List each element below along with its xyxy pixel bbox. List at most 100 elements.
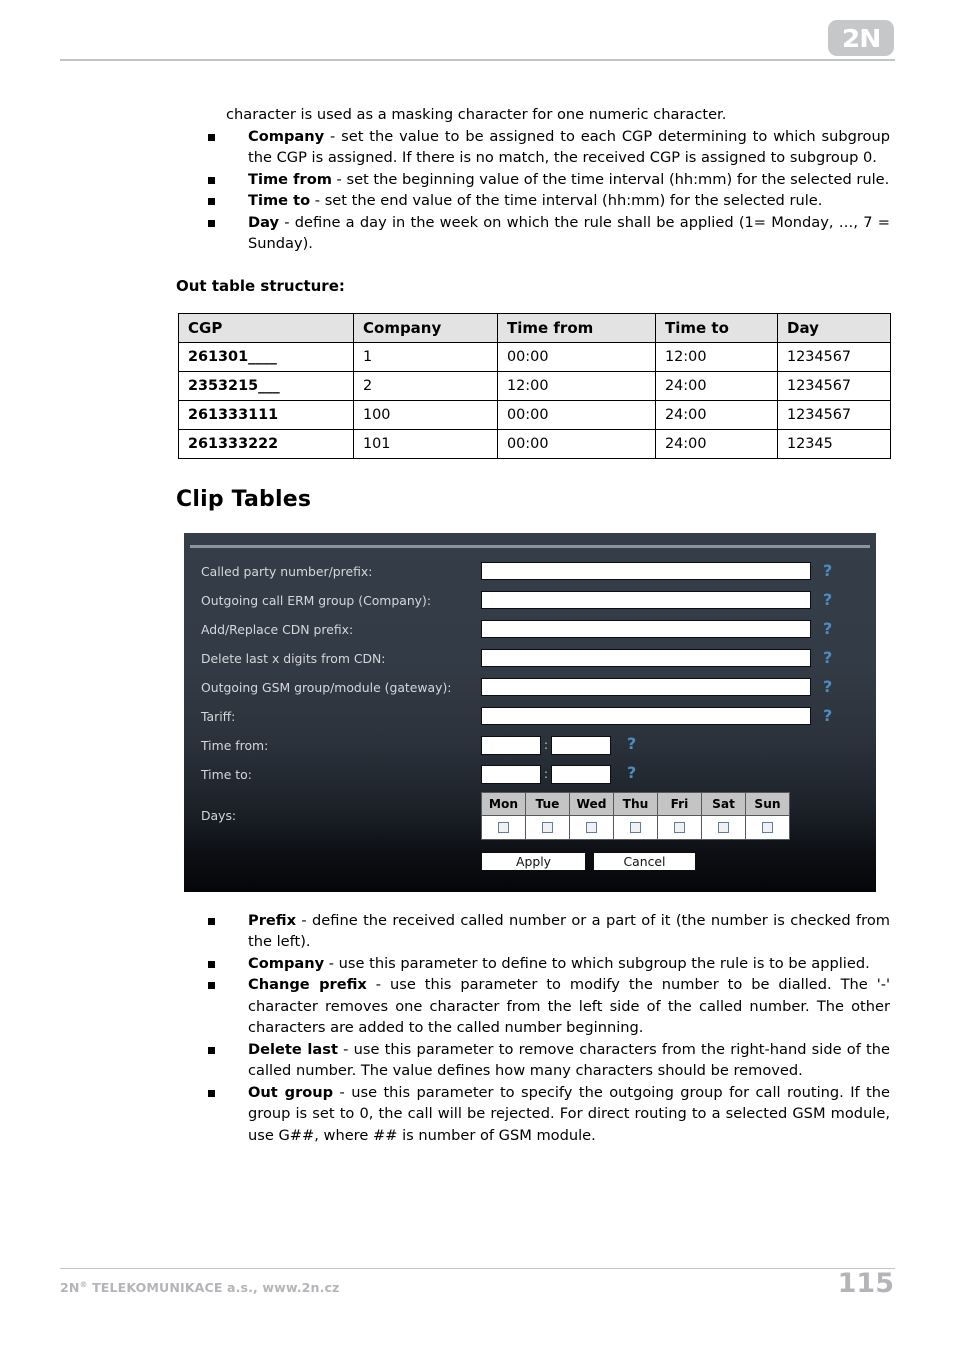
table-header-row: CGP Company Time from Time to Day: [178, 312, 891, 343]
time-to-separator: :: [544, 766, 549, 781]
outgoing-erm-group-input[interactable]: [481, 590, 811, 609]
bullet-text: - set the value to be assigned to each C…: [248, 127, 890, 167]
help-icon[interactable]: ?: [823, 561, 832, 581]
time-from-separator: :: [544, 737, 549, 752]
cell-day: 1234567: [777, 341, 891, 372]
help-icon[interactable]: ?: [823, 590, 832, 610]
day-cell-tue[interactable]: [525, 814, 570, 840]
checkbox-sat[interactable]: [718, 821, 729, 833]
bullet-prefix: Prefix - define the received called numb…: [0, 910, 954, 953]
table-row: 261333111 100 00:00 24:00 1234567: [178, 399, 891, 430]
label-delete-last-digits: Delete last x digits from CDN:: [201, 650, 386, 666]
day-cell-thu[interactable]: [613, 814, 658, 840]
field-row-add-replace-cdn-prefix: Add/Replace CDN prefix: ?: [184, 618, 876, 647]
top-bullet-list: Company - set the value to be assigned t…: [0, 126, 954, 255]
days-checkbox-row: [481, 814, 790, 840]
day-cell-wed[interactable]: [569, 814, 614, 840]
checkbox-thu[interactable]: [630, 821, 641, 833]
cell-company: 2: [353, 370, 498, 401]
checkbox-tue[interactable]: [542, 821, 553, 833]
delete-last-digits-input[interactable]: [481, 648, 811, 667]
help-icon[interactable]: ?: [823, 648, 832, 668]
bullet-term: Time from: [248, 170, 332, 188]
field-row-days: Days: Mon Tue Wed Thu Fri Sat Sun: [184, 791, 876, 844]
bullet-text: - use this parameter to define to which …: [324, 954, 870, 972]
day-cell-sat[interactable]: [701, 814, 746, 840]
field-row-outgoing-gsm-group: Outgoing GSM group/module (gateway): ?: [184, 676, 876, 705]
bullet-term: Company: [248, 954, 325, 972]
apply-button[interactable]: Apply: [481, 851, 586, 871]
cell-time-to: 24:00: [655, 370, 778, 401]
bullet-text: - set the beginning value of the time in…: [331, 170, 890, 188]
help-icon[interactable]: ?: [823, 619, 832, 639]
bullet-time-from: Time from - set the beginning value of t…: [0, 169, 954, 191]
label-tariff: Tariff:: [201, 708, 236, 724]
label-called-party-number: Called party number/prefix:: [201, 563, 373, 579]
time-from-minutes-input[interactable]: [551, 735, 611, 755]
gsm-routing-form-panel: Called party number/prefix: ? Outgoing c…: [184, 532, 876, 892]
field-row-time-from: Time from: : ?: [184, 734, 876, 763]
day-cell-fri[interactable]: [657, 814, 702, 840]
cell-day: 1234567: [777, 370, 891, 401]
bullet-term: Time to: [248, 192, 311, 209]
cell-cgp: 2353215___: [178, 370, 354, 401]
checkbox-fri[interactable]: [674, 821, 685, 833]
outgoing-gsm-group-input[interactable]: [481, 677, 811, 696]
day-header-sat: Sat: [701, 791, 746, 816]
time-to-minutes-input[interactable]: [551, 764, 611, 784]
day-header-fri: Fri: [657, 791, 702, 816]
checkbox-sun[interactable]: [762, 821, 773, 833]
bullet-term: Out group: [248, 1083, 334, 1101]
bullet-delete-last: Delete last - use this parameter to remo…: [0, 1039, 954, 1082]
bullet-term: Change prefix: [248, 976, 367, 993]
days-selector-table: Mon Tue Wed Thu Fri Sat Sun: [481, 791, 790, 840]
help-icon[interactable]: ?: [823, 677, 832, 697]
day-header-mon: Mon: [481, 791, 526, 816]
cell-time-to: 24:00: [655, 399, 778, 430]
col-header-cgp: CGP: [178, 312, 354, 343]
header-divider: [60, 59, 895, 61]
form-actions: Apply Cancel: [184, 851, 876, 878]
days-header-row: Mon Tue Wed Thu Fri Sat Sun: [481, 791, 790, 816]
checkbox-wed[interactable]: [586, 821, 597, 833]
called-party-number-input[interactable]: [481, 561, 811, 580]
label-add-replace-cdn-prefix: Add/Replace CDN prefix:: [201, 621, 354, 637]
label-time-from: Time from:: [201, 737, 269, 753]
time-from-hours-input[interactable]: [481, 735, 541, 755]
cell-company: 101: [353, 428, 498, 459]
bullet-term: Delete last: [248, 1040, 338, 1058]
intro-lead-line: character is used as a masking character…: [226, 106, 727, 123]
add-replace-cdn-prefix-input[interactable]: [481, 619, 811, 638]
checkbox-mon[interactable]: [498, 821, 509, 833]
footer-divider: [60, 1268, 895, 1269]
brand-logo-text: 2N: [841, 23, 882, 53]
help-icon[interactable]: ?: [627, 763, 636, 783]
out-table: CGP Company Time from Time to Day 261301…: [178, 312, 891, 459]
field-row-delete-last-digits: Delete last x digits from CDN: ?: [184, 647, 876, 676]
day-header-tue: Tue: [525, 791, 570, 816]
cell-company: 1: [353, 341, 498, 372]
footer-company-prefix: 2N: [60, 1280, 80, 1296]
bullet-term: Day: [248, 213, 280, 231]
cancel-button[interactable]: Cancel: [593, 851, 696, 871]
out-table-caption: Out table structure:: [176, 276, 345, 295]
brand-logo-2n: 2N: [828, 20, 894, 56]
footer-registered-mark: ®: [79, 1280, 88, 1289]
label-days: Days:: [201, 807, 237, 823]
day-cell-sun[interactable]: [745, 814, 790, 840]
table-row: 261301____ 1 00:00 12:00 1234567: [178, 341, 891, 372]
help-icon[interactable]: ?: [823, 706, 832, 726]
table-row: 261333222 101 00:00 24:00 12345: [178, 428, 891, 459]
help-icon[interactable]: ?: [627, 734, 636, 754]
col-header-time-from: Time from: [497, 312, 656, 343]
cell-cgp: 261301____: [178, 341, 354, 372]
time-to-hours-input[interactable]: [481, 764, 541, 784]
bullet-out-group: Out group - use this parameter to specif…: [0, 1082, 954, 1147]
cell-time-from: 00:00: [497, 399, 656, 430]
day-cell-mon[interactable]: [481, 814, 526, 840]
cell-time-from: 00:00: [497, 428, 656, 459]
col-header-time-to: Time to: [655, 312, 778, 343]
tariff-input[interactable]: [481, 706, 811, 725]
bullet-company: Company - set the value to be assigned t…: [0, 126, 954, 169]
footer-page-number: 115: [837, 1268, 894, 1299]
